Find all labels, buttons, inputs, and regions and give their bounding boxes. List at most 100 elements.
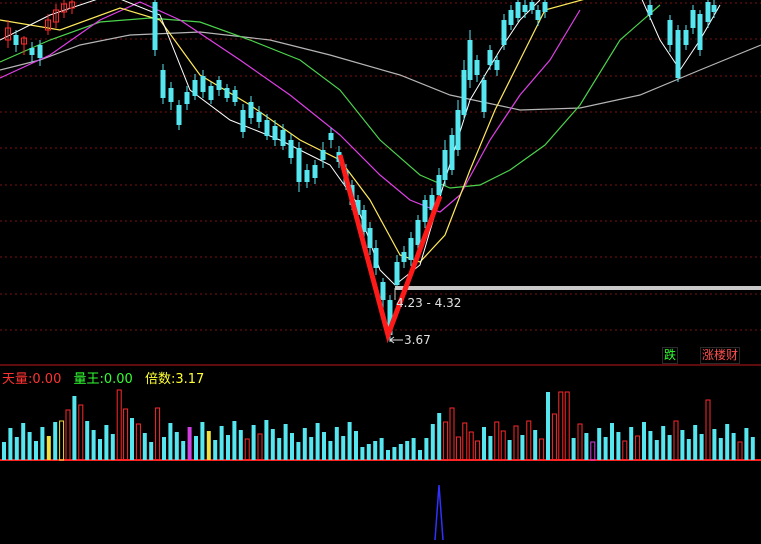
volume-bar — [296, 442, 301, 460]
volume-bar — [616, 432, 621, 460]
ma60-line — [0, 31, 761, 111]
volume-bar — [513, 425, 519, 461]
tianliang-value: 0.00 — [32, 372, 62, 387]
volume-bar — [597, 428, 602, 460]
volume-bar — [360, 447, 365, 460]
volume-bar — [705, 399, 711, 461]
candle-body — [304, 170, 310, 182]
candle-body — [288, 140, 294, 158]
candle-body — [529, 2, 535, 10]
volume-bar — [334, 427, 339, 460]
volume-bar — [546, 392, 550, 460]
candle-body — [224, 88, 230, 98]
volume-bar — [200, 422, 205, 460]
volume-bar — [571, 438, 576, 460]
volume-bar — [328, 441, 333, 460]
candle-body — [401, 252, 407, 262]
volume-bar — [277, 438, 282, 460]
volume-bar — [123, 408, 129, 461]
volume-bar — [8, 428, 13, 460]
liangwang-label: 量王: — [73, 372, 104, 387]
candle-body — [328, 133, 334, 140]
volume-bar — [494, 421, 500, 461]
candle-body — [675, 30, 681, 78]
volume-bar — [257, 433, 263, 461]
volume-bar — [635, 435, 641, 461]
candle-body — [312, 165, 318, 178]
candle-body — [522, 5, 528, 12]
volume-bar — [455, 436, 461, 461]
volume-bar — [712, 429, 717, 460]
wealth-badge[interactable]: 涨楼财 — [700, 347, 741, 364]
candle-body — [232, 90, 238, 102]
down-badge[interactable]: 跌 — [662, 347, 679, 364]
volume-bar — [673, 420, 679, 461]
volume-bar — [533, 430, 538, 460]
candle-body — [705, 2, 711, 22]
volume-bar — [142, 433, 147, 460]
volume-bar — [27, 432, 32, 460]
volume-bar — [187, 427, 192, 460]
indicator-legend: 天量:0.00 量王:0.00 倍数:3.17 — [2, 368, 204, 387]
candle-body — [467, 40, 473, 80]
volume-bar — [686, 439, 691, 460]
candle-body — [449, 135, 455, 170]
low-price-label: 3.67 — [404, 333, 431, 347]
volume-bar — [14, 437, 19, 460]
volume-bar — [551, 413, 557, 461]
kline-chart[interactable] — [0, 0, 761, 541]
chart-stage[interactable]: 4.23 - 4.32 3.67 跌 涨楼财 天量:0.00 量王:0.00 倍… — [0, 0, 761, 541]
volume-bar — [309, 437, 314, 460]
volume-bar — [520, 435, 525, 460]
candle-body — [474, 60, 480, 75]
volume-bar — [558, 391, 564, 461]
volume-bar — [737, 441, 743, 461]
volume-bar — [283, 424, 288, 460]
candle-body — [667, 20, 673, 45]
price-grid — [0, 2, 761, 461]
volume-bar — [411, 438, 416, 460]
volume-bar — [648, 431, 653, 460]
volume-bar — [462, 422, 468, 461]
volume-bar — [564, 391, 570, 461]
volume-bar — [72, 396, 77, 460]
volume-bar — [91, 430, 96, 460]
candle-body — [542, 2, 548, 12]
range-label: 4.23 - 4.32 — [396, 296, 462, 310]
volume-bar — [418, 450, 422, 460]
volume-bar — [40, 427, 45, 460]
volume-bar — [238, 430, 243, 460]
volume-bar — [181, 441, 186, 460]
volume-bar — [65, 409, 71, 461]
volume-bar — [539, 438, 545, 461]
volume-bar — [449, 407, 455, 461]
volume-bar — [379, 438, 384, 460]
volume-bar — [53, 422, 58, 460]
candle-body — [200, 76, 206, 92]
signal-spike — [434, 484, 444, 541]
volume-bar — [392, 447, 397, 460]
candle-body — [647, 5, 653, 15]
volume-bar — [347, 422, 352, 460]
liangwang-value: 0.00 — [103, 372, 133, 387]
volume-bar — [584, 433, 589, 460]
volume-bar — [718, 438, 723, 460]
candle-body — [367, 228, 373, 248]
volume-bar — [437, 413, 442, 460]
candle-body — [535, 10, 541, 20]
candle-body — [690, 10, 696, 28]
volume-bar — [424, 438, 429, 460]
volume-bar — [251, 425, 256, 460]
volume-bar — [34, 441, 38, 460]
volume-bar — [130, 418, 134, 460]
volume-bar — [78, 404, 84, 461]
volume-bar — [98, 439, 102, 460]
volume-bar — [21, 423, 26, 460]
volume-bar — [174, 432, 179, 460]
candle-body — [508, 10, 514, 25]
volume-bar — [475, 440, 481, 461]
candle-body — [184, 92, 190, 104]
candle-body — [455, 110, 461, 150]
candle-body — [256, 112, 262, 122]
volume-bar — [693, 425, 698, 460]
